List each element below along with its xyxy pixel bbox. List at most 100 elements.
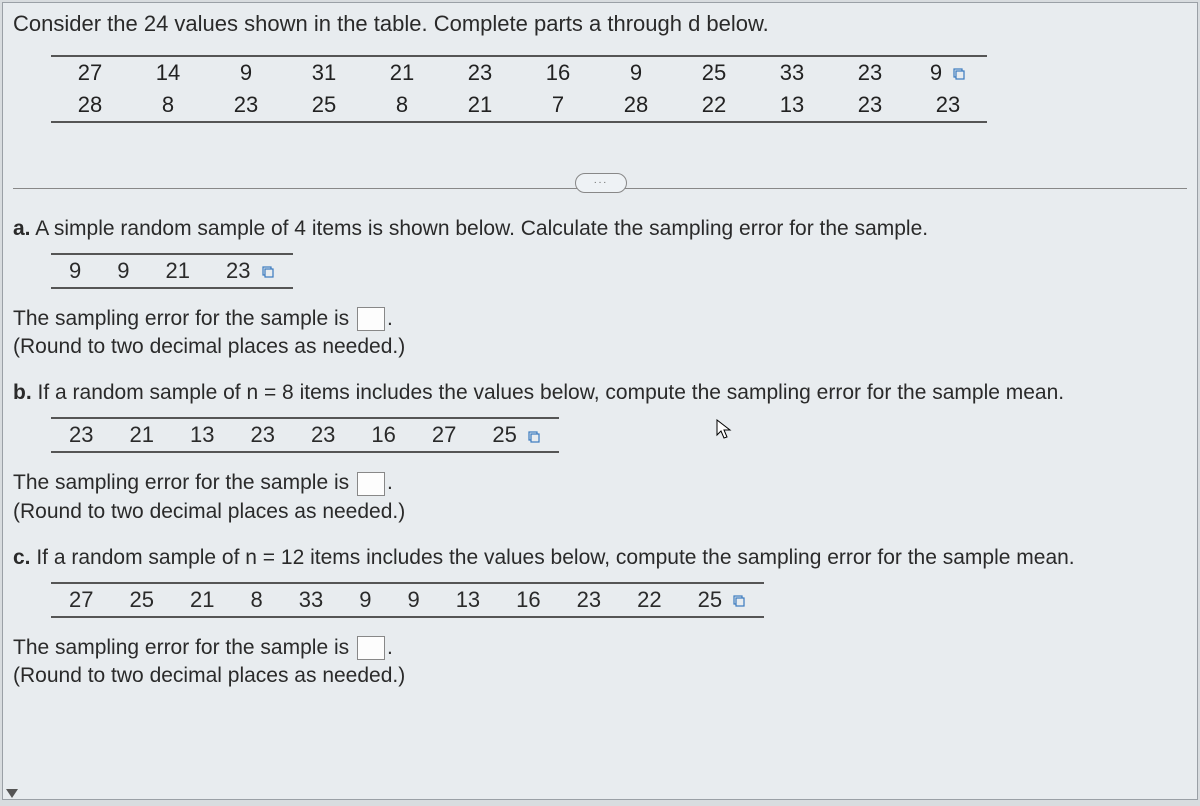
table-cell: 33 (281, 583, 341, 617)
table-cell: 27 (51, 56, 129, 89)
table-cell: 21 (441, 89, 519, 122)
table-cell: 23 (293, 418, 353, 452)
table-row: 27 25 21 8 33 9 9 13 16 23 22 25 (51, 583, 764, 617)
table-cell: 9 (389, 583, 437, 617)
answer-pre: The sampling error for the sample is (13, 307, 355, 330)
part-b: b. If a random sample of n = 8 items inc… (13, 381, 1187, 523)
table-cell: 21 (148, 254, 208, 288)
table-cell: 27 (51, 583, 111, 617)
table-cell: 25 (111, 583, 171, 617)
answer-line-b: The sampling error for the sample is . (13, 471, 1187, 495)
cell-value: 25 (698, 587, 722, 612)
table-cell: 9 (341, 583, 389, 617)
table-cell: 21 (111, 418, 171, 452)
prompt-text: If a random sample of n = 12 items inclu… (31, 546, 1075, 569)
part-label: c. (13, 546, 31, 569)
table-cell: 21 (363, 56, 441, 89)
answer-input-c[interactable] (357, 636, 385, 660)
part-a: a. A simple random sample of 4 items is … (13, 217, 1187, 359)
answer-post: . (387, 636, 393, 659)
table-cell: 16 (498, 583, 558, 617)
table-cell: 9 (597, 56, 675, 89)
copy-icon[interactable] (261, 265, 275, 279)
sample-c-table: 27 25 21 8 33 9 9 13 16 23 22 25 (51, 582, 764, 618)
part-label: b. (13, 381, 32, 404)
table-cell: 13 (438, 583, 498, 617)
table-cell: 28 (597, 89, 675, 122)
round-note-c: (Round to two decimal places as needed.) (13, 664, 1187, 688)
table-cell: 31 (285, 56, 363, 89)
table-cell: 14 (129, 56, 207, 89)
part-a-prompt: a. A simple random sample of 4 items is … (13, 217, 1187, 241)
part-label: a. (13, 217, 31, 240)
table-row: 9 9 21 23 (51, 254, 293, 288)
table-cell: 13 (753, 89, 831, 122)
sample-b-table: 23 21 13 23 23 16 27 25 (51, 417, 559, 453)
intro-text: Consider the 24 values shown in the tabl… (13, 11, 1187, 37)
table-cell: 23 (441, 56, 519, 89)
cell-value: 25 (492, 422, 516, 447)
table-cell: 22 (619, 583, 679, 617)
cell-value: 23 (226, 258, 250, 283)
copy-icon[interactable] (527, 430, 541, 444)
cell-value: 9 (930, 60, 942, 85)
table-cell: 23 (559, 583, 619, 617)
round-note-b: (Round to two decimal places as needed.) (13, 500, 1187, 524)
part-c: c. If a random sample of n = 12 items in… (13, 546, 1187, 688)
answer-input-a[interactable] (357, 307, 385, 331)
sample-a-table: 9 9 21 23 (51, 253, 293, 289)
answer-pre: The sampling error for the sample is (13, 471, 355, 494)
table-cell: 16 (353, 418, 413, 452)
table-cell: 23 (207, 89, 285, 122)
dropdown-triangle-icon[interactable] (6, 789, 18, 798)
table-cell: 25 (680, 583, 765, 617)
table-cell: 25 (474, 418, 559, 452)
answer-line-a: The sampling error for the sample is . (13, 307, 1187, 331)
sample-a-wrap: 9 9 21 23 (13, 253, 1187, 289)
prompt-text: A simple random sample of 4 items is sho… (31, 217, 929, 240)
question-page: Consider the 24 values shown in the tabl… (2, 2, 1198, 800)
table-cell: 23 (208, 254, 293, 288)
prompt-text: If a random sample of n = 8 items includ… (32, 381, 1064, 404)
answer-post: . (387, 471, 393, 494)
table-row: 23 21 13 23 23 16 27 25 (51, 418, 559, 452)
table-cell: 8 (363, 89, 441, 122)
table-cell: 8 (232, 583, 280, 617)
table-cell: 25 (285, 89, 363, 122)
table-cell: 22 (675, 89, 753, 122)
table-cell: 25 (675, 56, 753, 89)
table-cell: 9 (207, 56, 285, 89)
table-row: 28 8 23 25 8 21 7 28 22 13 23 23 (51, 89, 987, 122)
table-cell: 9 (99, 254, 147, 288)
copy-icon[interactable] (952, 67, 966, 81)
table-cell: 8 (129, 89, 207, 122)
table-cell: 23 (831, 89, 909, 122)
population-table-wrap: 27 14 9 31 21 23 16 9 25 33 23 9 28 (13, 55, 1187, 123)
part-b-prompt: b. If a random sample of n = 8 items inc… (13, 381, 1187, 405)
answer-pre: The sampling error for the sample is (13, 636, 355, 659)
table-cell: 21 (172, 583, 232, 617)
table-cell: 9 (909, 56, 987, 89)
table-cell: 23 (51, 418, 111, 452)
table-cell: 27 (414, 418, 474, 452)
table-cell: 9 (51, 254, 99, 288)
sample-b-wrap: 23 21 13 23 23 16 27 25 (13, 417, 1187, 453)
table-cell: 16 (519, 56, 597, 89)
population-table: 27 14 9 31 21 23 16 9 25 33 23 9 28 (51, 55, 987, 123)
table-cell: 23 (909, 89, 987, 122)
answer-input-b[interactable] (357, 472, 385, 496)
table-cell: 23 (831, 56, 909, 89)
round-note-a: (Round to two decimal places as needed.) (13, 335, 1187, 359)
sample-c-wrap: 27 25 21 8 33 9 9 13 16 23 22 25 (13, 582, 1187, 618)
answer-post: . (387, 307, 393, 330)
table-cell: 28 (51, 89, 129, 122)
table-cell: 23 (232, 418, 292, 452)
copy-icon[interactable] (732, 594, 746, 608)
table-cell: 13 (172, 418, 232, 452)
more-button[interactable]: ... (575, 173, 627, 193)
table-cell: 33 (753, 56, 831, 89)
table-row: 27 14 9 31 21 23 16 9 25 33 23 9 (51, 56, 987, 89)
table-cell: 7 (519, 89, 597, 122)
part-c-prompt: c. If a random sample of n = 12 items in… (13, 546, 1187, 570)
answer-line-c: The sampling error for the sample is . (13, 636, 1187, 660)
